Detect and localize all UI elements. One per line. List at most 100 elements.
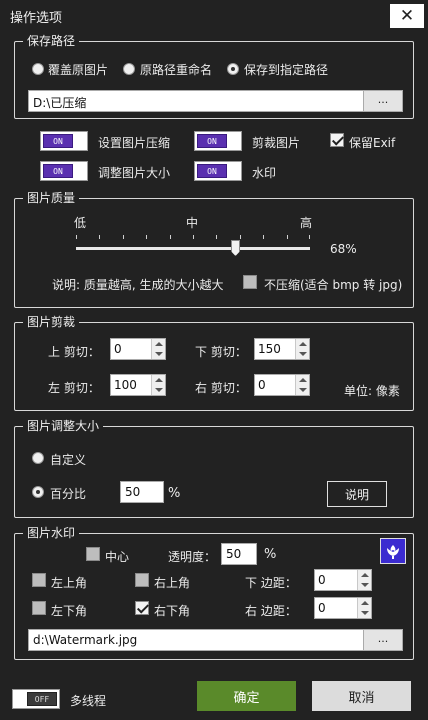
spin-down-icon[interactable] xyxy=(155,352,163,356)
watermark-margin-right-value: 0 xyxy=(318,601,326,615)
spin-up-icon[interactable] xyxy=(361,601,369,605)
crop-left-spinner[interactable]: 100 xyxy=(110,374,166,396)
crop-legend: 图片剪裁 xyxy=(23,314,80,330)
compress-toggle[interactable]: ON xyxy=(40,131,88,151)
spin-up-icon[interactable] xyxy=(361,573,369,577)
radio-specified-path[interactable] xyxy=(227,63,239,75)
crop-toggle-state: ON xyxy=(197,134,227,148)
crop-top-value: 0 xyxy=(114,342,122,356)
spin-down-icon[interactable] xyxy=(361,611,369,615)
watermark-margin-bottom-value: 0 xyxy=(318,573,326,587)
radio-percent-size[interactable] xyxy=(32,486,44,498)
quality-mid-label: 中 xyxy=(186,216,199,230)
spin-up-icon[interactable] xyxy=(299,378,307,382)
quality-legend: 图片质量 xyxy=(23,190,80,206)
multithread-toggle[interactable]: OFF xyxy=(12,689,60,709)
spin-down-icon[interactable] xyxy=(361,583,369,587)
watermark-bottom-left-checkbox[interactable] xyxy=(32,601,46,615)
save-path-input[interactable]: D:\已压缩 xyxy=(28,90,364,112)
resize-percent-input[interactable]: 50 xyxy=(120,481,164,503)
crop-left-label: 左 剪切： xyxy=(48,381,100,395)
resize-toggle-label: 调整图片大小 xyxy=(98,166,171,180)
resize-help-button[interactable]: 说明 xyxy=(327,481,387,507)
quality-high-label: 高 xyxy=(300,216,313,230)
slider-tick xyxy=(76,235,77,239)
spinner-arrows[interactable] xyxy=(151,375,165,395)
save-path-legend: 保存路径 xyxy=(23,33,80,49)
slider-tick xyxy=(263,235,264,239)
multithread-toggle-state: OFF xyxy=(27,692,57,706)
slider-tick xyxy=(123,235,124,239)
crop-right-label: 右 剪切： xyxy=(195,381,247,395)
slider-tick xyxy=(287,235,288,239)
crop-bottom-spinner[interactable]: 150 xyxy=(254,338,310,360)
spin-down-icon[interactable] xyxy=(299,352,307,356)
slider-tick xyxy=(240,235,241,239)
slider-tick xyxy=(146,235,147,239)
crop-right-spinner[interactable]: 0 xyxy=(254,374,310,396)
quality-slider-thumb[interactable] xyxy=(231,240,240,256)
crop-top-spinner[interactable]: 0 xyxy=(110,338,166,360)
keep-exif-checkbox[interactable] xyxy=(330,133,344,147)
compress-toggle-state: ON xyxy=(43,134,73,148)
keep-exif-label: 保留Exif xyxy=(349,136,396,150)
watermark-file-browse-button[interactable]: ... xyxy=(363,629,403,651)
quality-slider[interactable] xyxy=(76,232,310,256)
quality-slider-track xyxy=(76,247,310,250)
no-compress-label: 不压缩(适合 bmp 转 jpg) xyxy=(264,278,403,292)
watermark-top-left-checkbox[interactable] xyxy=(32,573,46,587)
radio-percent-size-label: 百分比 xyxy=(50,487,87,501)
spinner-arrows[interactable] xyxy=(151,339,165,359)
watermark-center-checkbox[interactable] xyxy=(86,547,100,561)
watermark-toggle[interactable]: ON xyxy=(194,161,242,181)
slider-tick xyxy=(309,235,310,239)
quality-value: 68% xyxy=(330,242,357,256)
radio-overwrite-label: 覆盖原图片 xyxy=(48,63,109,77)
flower-icon xyxy=(387,545,399,559)
watermark-margin-bottom-spinner[interactable]: 0 xyxy=(314,569,372,591)
spin-down-icon[interactable] xyxy=(155,388,163,392)
watermark-opacity-sign: % xyxy=(264,547,277,562)
watermark-opacity-label: 透明度： xyxy=(168,550,217,564)
multithread-label: 多线程 xyxy=(70,694,107,708)
resize-toggle[interactable]: ON xyxy=(40,161,88,181)
crop-bottom-label: 下 剪切： xyxy=(195,345,247,359)
ok-button[interactable]: 确定 xyxy=(197,681,296,711)
spinner-arrows[interactable] xyxy=(295,375,309,395)
radio-rename[interactable] xyxy=(123,63,135,75)
radio-specified-path-label: 保存到指定路径 xyxy=(244,63,329,77)
radio-custom-size[interactable] xyxy=(32,452,44,464)
watermark-bottom-left-label: 左下角 xyxy=(51,604,88,618)
spinner-arrows[interactable] xyxy=(357,570,371,590)
radio-overwrite[interactable] xyxy=(32,63,44,75)
cancel-button[interactable]: 取消 xyxy=(312,681,411,711)
watermark-bottom-right-label: 右下角 xyxy=(154,604,191,618)
crop-toggle[interactable]: ON xyxy=(194,131,242,151)
close-button[interactable]: ✕ xyxy=(390,4,424,28)
watermark-bottom-right-checkbox[interactable] xyxy=(135,601,149,615)
watermark-toggle-state: ON xyxy=(197,164,227,178)
watermark-opacity-input[interactable]: 50 xyxy=(221,543,257,565)
watermark-margin-right-label: 右 边距： xyxy=(245,604,297,618)
resize-toggle-state: ON xyxy=(43,164,73,178)
save-path-browse-button[interactable]: ... xyxy=(363,90,403,112)
resize-legend: 图片调整大小 xyxy=(23,418,104,434)
spinner-arrows[interactable] xyxy=(357,598,371,618)
spinner-arrows[interactable] xyxy=(295,339,309,359)
watermark-image-icon[interactable] xyxy=(380,538,406,564)
watermark-top-right-label: 右上角 xyxy=(154,576,191,590)
watermark-top-right-checkbox[interactable] xyxy=(135,573,149,587)
spin-down-icon[interactable] xyxy=(299,388,307,392)
slider-tick xyxy=(193,235,194,239)
crop-toggle-label: 剪裁图片 xyxy=(252,136,301,150)
crop-bottom-value: 150 xyxy=(258,342,281,356)
watermark-file-input[interactable]: d:\Watermark.jpg xyxy=(28,629,364,651)
spin-up-icon[interactable] xyxy=(299,342,307,346)
spin-up-icon[interactable] xyxy=(155,378,163,382)
close-icon: ✕ xyxy=(399,6,415,26)
watermark-margin-right-spinner[interactable]: 0 xyxy=(314,597,372,619)
quality-low-label: 低 xyxy=(74,216,87,230)
spin-up-icon[interactable] xyxy=(155,342,163,346)
no-compress-checkbox[interactable] xyxy=(243,275,257,289)
slider-tick xyxy=(170,235,171,239)
